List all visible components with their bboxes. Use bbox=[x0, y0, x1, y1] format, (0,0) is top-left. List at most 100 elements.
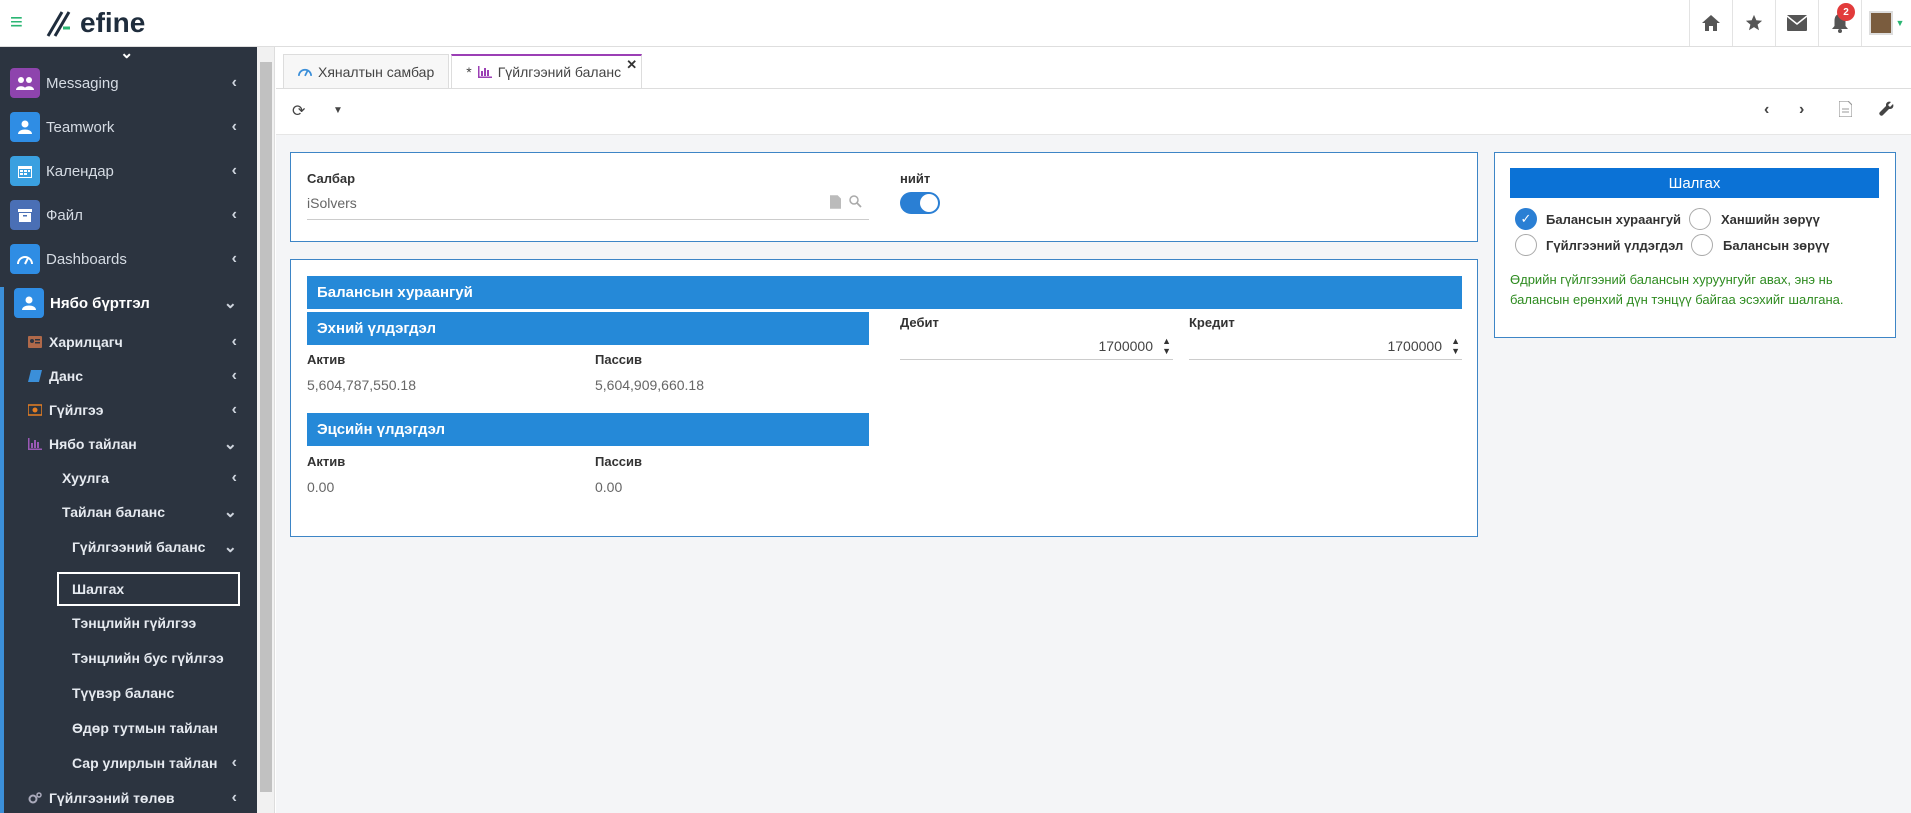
sidebar-item-label: Гүйлгээний баланс bbox=[72, 539, 206, 555]
sidebar-item-sample-balance[interactable]: Түүвэр баланс bbox=[0, 676, 257, 710]
sidebar-item-transaction-status[interactable]: Гүйлгээний төлөв ‹ bbox=[0, 781, 257, 813]
sidebar-item-messaging[interactable]: Messaging ‹ bbox=[0, 61, 257, 105]
chevron-left-icon: ‹ bbox=[231, 74, 237, 91]
chevron-right-icon[interactable]: › bbox=[1799, 101, 1804, 119]
sidebar-item-label: Сар улирлын тайлан bbox=[72, 755, 218, 771]
chevron-down-icon: ⌄ bbox=[223, 504, 237, 521]
hamburger-menu-icon[interactable]: ≡ bbox=[10, 11, 23, 33]
sidebar-item-account[interactable]: Данс ‹ bbox=[0, 359, 257, 393]
refresh-icon[interactable]: ⟳ bbox=[292, 101, 305, 121]
option-balance-diff-label[interactable]: Балансын зөрүү bbox=[1723, 238, 1830, 253]
sidebar-item-report-balance[interactable]: Тайлан баланс ⌄ bbox=[0, 495, 257, 529]
sidebar-item-label: Гүйлгээ bbox=[49, 402, 104, 418]
sidebar-item-label: Данс bbox=[49, 368, 84, 384]
unsaved-marker: * bbox=[466, 64, 472, 80]
tab-dashboard[interactable]: Хяналтын самбар bbox=[283, 54, 450, 88]
toggle-knob bbox=[920, 194, 938, 212]
notification-badge: 2 bbox=[1837, 3, 1855, 21]
wrench-icon[interactable] bbox=[1879, 101, 1894, 121]
chevron-left-icon: ‹ bbox=[231, 754, 237, 771]
sidebar-item-customer[interactable]: Харилцагч ‹ bbox=[0, 325, 257, 359]
chevron-left-icon: ‹ bbox=[231, 162, 237, 179]
option-exchange-diff-radio[interactable] bbox=[1689, 208, 1711, 230]
chevron-left-icon: ‹ bbox=[231, 789, 237, 806]
logo[interactable]: efine bbox=[46, 3, 145, 43]
closing-balance-title: Эцсийн үлдэгдэл bbox=[307, 413, 869, 446]
user-icon bbox=[14, 288, 44, 318]
sidebar-scrollbar[interactable] bbox=[257, 47, 275, 813]
logo-text: efine bbox=[80, 7, 146, 38]
debit-value: 1700000 bbox=[1098, 338, 1153, 354]
sidebar-item-label: Нябо бүртгэл bbox=[50, 294, 150, 312]
credit-label: Кредит bbox=[1189, 315, 1235, 330]
search-icon[interactable] bbox=[849, 195, 862, 213]
chevron-left-icon: ‹ bbox=[231, 118, 237, 135]
caret-down-icon[interactable]: ▼ bbox=[333, 105, 343, 116]
sidebar-item-accounting-report[interactable]: Нябо тайлан ⌄ bbox=[0, 427, 257, 461]
opening-asset-label: Актив bbox=[307, 352, 346, 367]
chevron-left-icon: ‹ bbox=[231, 250, 237, 267]
chevron-left-icon: ‹ bbox=[231, 206, 237, 223]
sidebar-item-accounting[interactable]: Нябо бүртгэл ⌄ bbox=[0, 281, 257, 325]
sidebar-item-period-report[interactable]: Сар улирлын тайлан ‹ bbox=[0, 746, 257, 780]
dashboard-icon bbox=[10, 244, 40, 274]
credit-input[interactable]: 1700000 ▲ ▼ bbox=[1189, 332, 1462, 360]
chevron-left-icon: ‹ bbox=[231, 367, 237, 384]
opening-balance-title: Эхний үлдэгдэл bbox=[307, 312, 869, 345]
check-icon: ✓ bbox=[1520, 211, 1532, 226]
notifications-button[interactable]: 2 bbox=[1818, 0, 1861, 46]
branch-input-underline bbox=[307, 219, 869, 220]
sidebar-item-transaction[interactable]: Гүйлгээ ‹ bbox=[0, 393, 257, 427]
sidebar-item-label: Түүвэр баланс bbox=[72, 685, 175, 701]
sidebar-item-statement[interactable]: Хуулга ‹ bbox=[0, 461, 257, 495]
close-icon[interactable]: ✕ bbox=[626, 57, 637, 73]
tab-bar: Хяналтын самбар * Гүйлгээний баланс ✕ bbox=[283, 54, 644, 88]
tab-label: Хяналтын самбар bbox=[318, 63, 435, 80]
sidebar-item-label: Харилцагч bbox=[49, 334, 123, 350]
debit-input[interactable]: 1700000 ▲ ▼ bbox=[900, 332, 1173, 360]
home-button[interactable] bbox=[1689, 0, 1732, 46]
credit-value: 1700000 bbox=[1387, 338, 1442, 354]
bar-chart-icon bbox=[28, 438, 42, 450]
favorites-button[interactable] bbox=[1732, 0, 1775, 46]
document-icon[interactable] bbox=[1838, 100, 1853, 122]
option-balance-summary-label[interactable]: Балансын хураангуй bbox=[1546, 212, 1681, 227]
sidebar-item-label: Гүйлгээний төлөв bbox=[49, 790, 175, 806]
chevron-left-icon: ‹ bbox=[231, 401, 237, 418]
total-label: нийт bbox=[900, 171, 931, 186]
sidebar-item-dashboards[interactable]: Dashboards ‹ bbox=[0, 237, 257, 281]
chevron-down-icon: ⌄ bbox=[223, 436, 237, 453]
sidebar-item-balanced-transactions[interactable]: Тэнцлийн гүйлгээ bbox=[0, 606, 257, 640]
option-balance-diff-radio[interactable] bbox=[1691, 234, 1713, 256]
sidebar-item-off-balance-transactions[interactable]: Тэнцлийн бус гүйлгээ bbox=[0, 641, 257, 675]
sidebar-item-label: Тэнцлийн гүйлгээ bbox=[72, 615, 197, 631]
option-transaction-balance-label[interactable]: Гүйлгээний үлдэгдэл bbox=[1546, 238, 1683, 253]
scrollbar-thumb[interactable] bbox=[260, 62, 272, 792]
mail-button[interactable] bbox=[1775, 0, 1818, 46]
check-panel: Шалгах ✓ Балансын хураангуй Ханшийн зөрү… bbox=[1494, 152, 1896, 338]
sidebar-item-transaction-balance[interactable]: Гүйлгээний баланс ⌄ bbox=[0, 530, 257, 564]
closing-asset-value: 0.00 bbox=[307, 479, 335, 495]
sidebar-item-file[interactable]: Файл ‹ bbox=[0, 193, 257, 237]
chevron-left-icon[interactable]: ‹ bbox=[1764, 101, 1769, 119]
total-toggle[interactable] bbox=[900, 192, 940, 214]
spinner-icon[interactable]: ▲ ▼ bbox=[1162, 336, 1171, 356]
id-card-icon bbox=[28, 336, 42, 348]
option-exchange-diff-label[interactable]: Ханшийн зөрүү bbox=[1721, 212, 1820, 227]
logo-mark-icon bbox=[46, 8, 76, 38]
user-menu[interactable]: ▼ bbox=[1861, 0, 1911, 46]
option-transaction-balance-radio[interactable] bbox=[1515, 234, 1537, 256]
option-balance-summary-radio[interactable]: ✓ bbox=[1515, 208, 1537, 230]
check-description: Өдрийн гүйлгээний балансын хуруунгуйг ав… bbox=[1510, 272, 1844, 307]
tab-transaction-balance[interactable]: * Гүйлгээний баланс ✕ bbox=[451, 54, 643, 88]
mail-icon bbox=[1787, 15, 1807, 31]
sidebar-item-daily-report[interactable]: Өдөр тутмын тайлан bbox=[0, 711, 257, 745]
sidebar-item-teamwork[interactable]: Teamwork ‹ bbox=[0, 105, 257, 149]
sidebar-item-label: Файл bbox=[46, 206, 83, 224]
opening-liability-label: Пассив bbox=[595, 352, 643, 367]
sidebar-item-calendar[interactable]: Календар ‹ bbox=[0, 149, 257, 193]
sidebar-item-check[interactable]: Шалгах bbox=[0, 572, 257, 606]
document-icon[interactable] bbox=[830, 195, 841, 214]
spinner-icon[interactable]: ▲ ▼ bbox=[1451, 336, 1460, 356]
branch-input[interactable]: iSolvers bbox=[307, 195, 357, 211]
